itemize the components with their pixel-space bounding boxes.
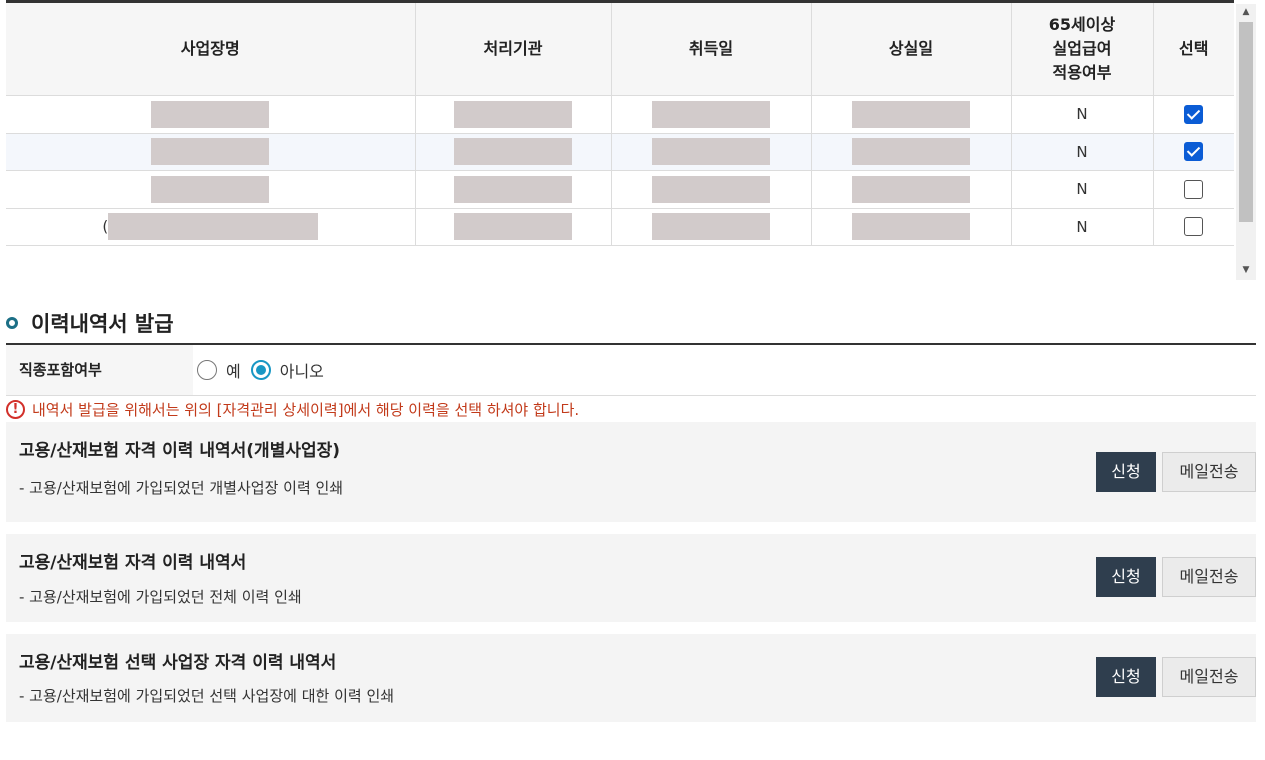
redacted-block (454, 100, 572, 128)
redacted-block (652, 213, 770, 241)
redacted-block (852, 213, 970, 241)
col-header-acquire-date: 취득일 (611, 0, 812, 96)
table-scrollbar[interactable]: ▲ ▼ (1236, 4, 1256, 280)
apply-button[interactable]: 신청 (1096, 452, 1156, 492)
table-row: N (6, 95, 1234, 134)
warning-text: 내역서 발급을 위해서는 위의 [자격관리 상세이력]에서 해당 이력을 선택 … (32, 400, 580, 419)
cell-select (1153, 208, 1234, 246)
card-title: 고용/산재보험 자격 이력 내역서(개별사업장) (19, 441, 341, 461)
exclamation-circle-icon: ! (6, 399, 25, 419)
card-description: - 고용/산재보험에 가입되었던 개별사업장 이력 인쇄 (19, 479, 344, 497)
card-title: 고용/산재보험 선택 사업장 자격 이력 내역서 (19, 653, 337, 673)
col-header-loss-date: 상실일 (811, 0, 1012, 96)
redacted-block (151, 175, 270, 203)
certificate-card-selected: 고용/산재보험 선택 사업장 자격 이력 내역서 - 고용/산재보험에 가입되었… (6, 634, 1256, 722)
col-header-over65: 65세이상 실업급여 적용여부 (1011, 0, 1154, 96)
section-title: 이력내역서 발급 (31, 312, 174, 336)
cell-loss-date (811, 170, 1012, 209)
scroll-down-arrow-icon[interactable]: ▼ (1236, 262, 1256, 278)
cell-workplace (6, 170, 416, 209)
redacted-block (454, 175, 572, 203)
apply-button[interactable]: 신청 (1096, 657, 1156, 697)
certificate-card-all: 고용/산재보험 자격 이력 내역서 - 고용/산재보험에 가입되었던 전체 이력… (6, 534, 1256, 622)
row-select-checkbox[interactable] (1184, 179, 1204, 199)
cell-acquire-date (611, 133, 812, 171)
table-row: ( N (6, 208, 1234, 246)
send-mail-button[interactable]: 메일전송 (1162, 657, 1256, 697)
cell-acquire-date (611, 170, 812, 209)
cell-over65: N (1011, 170, 1154, 209)
row-select-checkbox[interactable] (1184, 217, 1204, 237)
bullet-circle-icon (6, 317, 18, 329)
cell-loss-date (811, 208, 1012, 246)
section-header: 이력내역서 발급 (6, 308, 174, 338)
table-row: N (6, 170, 1234, 209)
send-mail-button[interactable]: 메일전송 (1162, 557, 1256, 597)
redacted-block (852, 138, 970, 166)
history-table-scroll: 사업장명 처리기관 취득일 상실일 65세이상 실업급여 적용여부 선택 N N… (6, 0, 1234, 280)
scroll-up-arrow-icon[interactable]: ▲ (1236, 4, 1256, 20)
cell-agency (415, 208, 612, 246)
redacted-block (852, 100, 970, 128)
redacted-block (454, 213, 572, 241)
history-table-container: 사업장명 처리기관 취득일 상실일 65세이상 실업급여 적용여부 선택 N N… (6, 0, 1256, 280)
send-mail-button[interactable]: 메일전송 (1162, 452, 1256, 492)
job-type-radio-group: 예 아니오 (193, 345, 1256, 395)
job-type-option-row: 직종포함여부 예 아니오 (6, 343, 1256, 396)
cell-workplace: ( (6, 208, 416, 246)
redacted-block (652, 138, 770, 166)
cell-workplace (6, 133, 416, 171)
table-header-row: 사업장명 처리기관 취득일 상실일 65세이상 실업급여 적용여부 선택 (6, 0, 1234, 96)
card-title: 고용/산재보험 자격 이력 내역서 (19, 553, 247, 573)
redacted-block (108, 213, 319, 241)
cell-loss-date (811, 133, 1012, 171)
cell-select (1153, 170, 1234, 209)
cell-acquire-date (611, 208, 812, 246)
radio-no-label[interactable]: 아니오 (280, 358, 324, 382)
radio-yes[interactable] (197, 360, 217, 380)
col-header-select: 선택 (1153, 0, 1234, 96)
history-table: 사업장명 처리기관 취득일 상실일 65세이상 실업급여 적용여부 선택 N N… (6, 0, 1234, 246)
row-select-checkbox[interactable] (1184, 142, 1204, 162)
cell-select (1153, 133, 1234, 171)
col-header-workplace: 사업장명 (6, 0, 416, 96)
warning-message: ! 내역서 발급을 위해서는 위의 [자격관리 상세이력]에서 해당 이력을 선… (6, 398, 579, 420)
cell-select (1153, 95, 1234, 134)
scrollbar-thumb[interactable] (1239, 22, 1253, 222)
cell-acquire-date (611, 95, 812, 134)
redacted-block (652, 100, 770, 128)
radio-yes-label[interactable]: 예 (226, 358, 241, 382)
card-description: - 고용/산재보험에 가입되었던 전체 이력 인쇄 (19, 588, 302, 606)
redacted-block (151, 138, 270, 166)
card-description: - 고용/산재보험에 가입되었던 선택 사업장에 대한 이력 인쇄 (19, 687, 395, 705)
cell-over65: N (1011, 208, 1154, 246)
redacted-block (852, 175, 970, 203)
table-row: N (6, 133, 1234, 171)
cell-workplace (6, 95, 416, 134)
cell-loss-date (811, 95, 1012, 134)
redacted-block (151, 100, 270, 128)
cell-over65: N (1011, 95, 1154, 134)
apply-button[interactable]: 신청 (1096, 557, 1156, 597)
col-header-agency: 처리기관 (415, 0, 612, 96)
job-type-label: 직종포함여부 (6, 345, 193, 395)
radio-no[interactable] (250, 360, 271, 380)
redacted-block (454, 138, 572, 166)
cell-agency (415, 95, 612, 134)
redacted-block (652, 175, 770, 203)
certificate-card-individual: 고용/산재보험 자격 이력 내역서(개별사업장) - 고용/산재보험에 가입되었… (6, 422, 1256, 522)
cell-over65: N (1011, 133, 1154, 171)
cell-agency (415, 133, 612, 171)
row-select-checkbox[interactable] (1184, 104, 1204, 124)
cell-agency (415, 170, 612, 209)
